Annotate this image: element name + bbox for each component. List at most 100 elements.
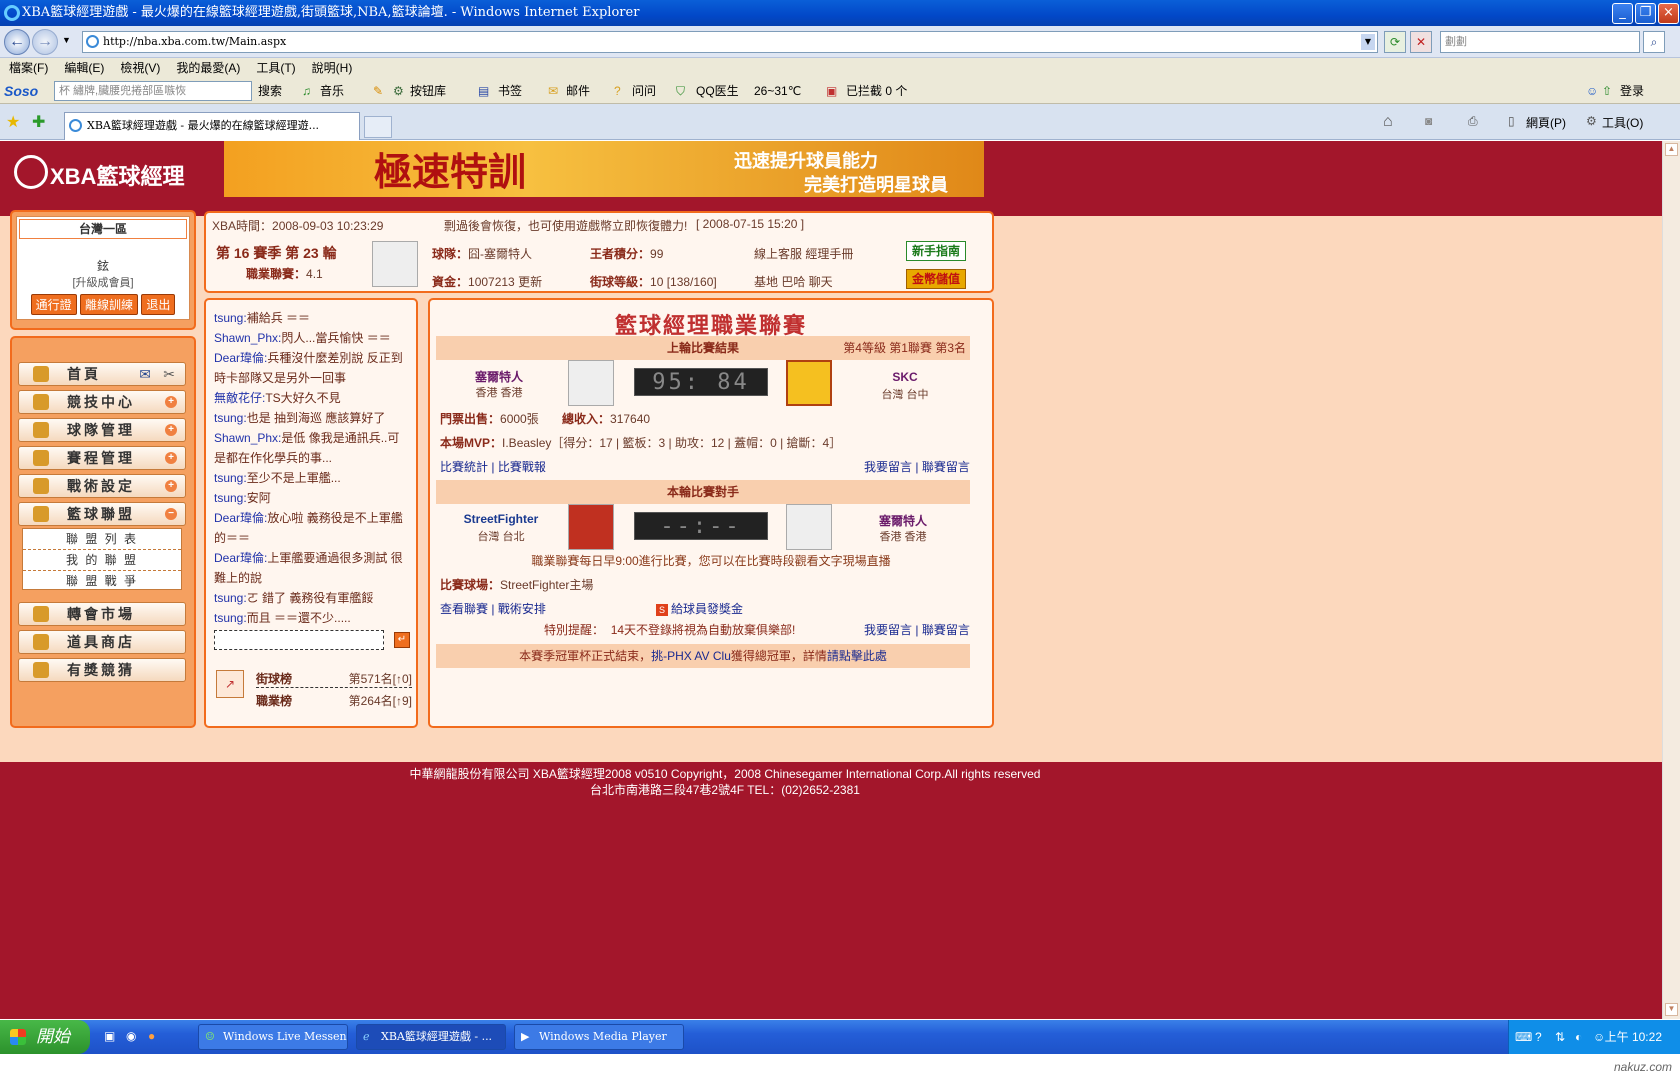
tools-menu[interactable]: 工具(O)	[1602, 114, 1643, 131]
address-input[interactable]: http://nba.xba.com.tw/Main.aspx ▼	[82, 31, 1378, 53]
task-ie[interactable]: ℯ XBA籃球經理遊戲 - ...	[356, 1024, 506, 1050]
address-dropdown-icon[interactable]: ▼	[1361, 34, 1375, 50]
nav-home[interactable]: 首頁 ✉ ✂	[18, 362, 186, 386]
bookmark-button[interactable]: 书签	[498, 78, 522, 104]
scroll-up-icon[interactable]: ▲	[1665, 143, 1678, 156]
media-icon[interactable]: ◉	[126, 1029, 136, 1043]
network-icon[interactable]: ⇅	[1555, 1020, 1565, 1054]
clock[interactable]: 上午 10:22	[1605, 1030, 1662, 1044]
chat-user[interactable]: tsung:	[214, 491, 247, 505]
history-dropdown-icon[interactable]: ▼	[62, 35, 71, 45]
offline-training-button[interactable]: 離線訓練	[79, 294, 138, 315]
bonus-link[interactable]: S 給球員發獎金	[656, 600, 743, 617]
tactics-link[interactable]: 戰術安排	[498, 602, 546, 616]
menu-edit[interactable]: 編輯(E)	[64, 61, 104, 75]
chat-user[interactable]: 無敵花仔:	[214, 391, 265, 405]
home-icon[interactable]: ⌂	[1383, 113, 1393, 131]
upgrade-link[interactable]: [升級成會員]	[17, 274, 189, 290]
mail-nav-icon[interactable]: ✉	[139, 363, 151, 385]
search-input[interactable]: 劃劃	[1440, 31, 1640, 53]
view-league-link[interactable]: 查看聯賽	[440, 602, 488, 616]
task-messenger[interactable]: ☺ Windows Live Messen...	[198, 1024, 348, 1050]
team-value[interactable]: 囧-塞爾特人	[468, 247, 532, 261]
chat-user[interactable]: tsung:	[214, 611, 247, 625]
stop-icon[interactable]: ✕	[1410, 31, 1432, 53]
ask-button[interactable]: 问问	[632, 78, 656, 104]
leave-message-link[interactable]: 我要留言	[864, 460, 912, 474]
chat-user[interactable]: tsung:	[214, 311, 247, 325]
search-icon[interactable]: ⌕	[1643, 31, 1665, 53]
away-team-name[interactable]: SKC	[860, 370, 950, 384]
add-favorite-icon[interactable]: ✚	[32, 112, 45, 132]
print-icon[interactable]: ⎙	[1468, 114, 1478, 129]
minimize-button[interactable]: _	[1612, 3, 1633, 24]
mail-button[interactable]: 邮件	[566, 78, 590, 104]
button-library[interactable]: 按钮库	[410, 78, 446, 104]
champion-details-link[interactable]: 請點擊此處	[827, 649, 887, 663]
chat-user[interactable]: tsung:	[214, 411, 247, 425]
menu-file[interactable]: 檔案(F)	[9, 61, 48, 75]
nav-team[interactable]: 球隊管理 +	[18, 418, 186, 442]
chat-send-icon[interactable]: ↵	[394, 632, 410, 648]
nav-shop[interactable]: 道具商店	[18, 630, 186, 654]
volume-icon[interactable]: ◐	[1575, 1020, 1582, 1054]
soso-search-input[interactable]: 杯 繡牌,臟腰兜捲部區嗾恢	[54, 81, 252, 101]
weather-button[interactable]: 26~31℃	[754, 78, 801, 104]
nav-guess[interactable]: 有獎競猜	[18, 658, 186, 682]
close-button[interactable]: ×	[1658, 3, 1679, 24]
page-scrollbar[interactable]: ▲ ▼	[1662, 141, 1680, 1019]
qq-doctor-button[interactable]: QQ医生	[696, 78, 739, 104]
banner-ad[interactable]: 極速特訓 迅速提升球員能力 完美打造明星球員	[224, 141, 984, 197]
leave-message-link[interactable]: 我要留言	[864, 623, 912, 637]
tools-nav-icon[interactable]: ✂	[163, 363, 175, 385]
submenu-league-war[interactable]: 聯 盟 戰 爭	[23, 571, 181, 591]
start-button[interactable]: 開始	[0, 1020, 90, 1054]
nav-tactics[interactable]: 戰術設定 +	[18, 474, 186, 498]
submenu-league-list[interactable]: 聯 盟 列 表	[23, 529, 181, 550]
nav-arena[interactable]: 競技中心 +	[18, 390, 186, 414]
help-icon[interactable]: ?	[1535, 1020, 1542, 1054]
pro-rank-label[interactable]: 職業榜	[256, 694, 292, 708]
nav-league[interactable]: 籃球聯盟 −	[18, 502, 186, 526]
nav-schedule[interactable]: 賽程管理 +	[18, 446, 186, 470]
submenu-my-league[interactable]: 我 的 聯 盟	[23, 550, 181, 571]
chat-user[interactable]: Dear瑋倫:	[214, 551, 267, 565]
scroll-down-icon[interactable]: ▼	[1665, 1003, 1678, 1016]
home-team-name[interactable]: 塞爾特人	[454, 368, 544, 385]
messenger-tray-icon[interactable]: ☺	[1593, 1020, 1605, 1054]
chat-user[interactable]: Dear瑋倫:	[214, 511, 267, 525]
back-button[interactable]: ←	[4, 29, 30, 55]
nav-transfer[interactable]: 轉會市場	[18, 602, 186, 626]
menu-view[interactable]: 檢視(V)	[120, 61, 160, 75]
chat-user[interactable]: Shawn_Phx:	[214, 331, 281, 345]
refresh-icon[interactable]: ⟳	[1384, 31, 1406, 53]
feeds-icon[interactable]: ◙	[1425, 114, 1432, 128]
match-report-link[interactable]: 比賽戰報	[498, 460, 546, 474]
task-media-player[interactable]: ▶ Windows Media Player	[514, 1024, 684, 1050]
match-stats-link[interactable]: 比賽統計	[440, 460, 488, 474]
menu-help[interactable]: 說明(H)	[312, 61, 353, 75]
tab-xba[interactable]: XBA籃球經理遊戲 - 最火爆的在線籃球經理遊...	[64, 112, 360, 140]
desktop-icon[interactable]: ▣	[104, 1029, 115, 1043]
my-team-name[interactable]: 塞爾特人	[856, 512, 950, 529]
site-logo[interactable]: XBA籃球經理	[14, 155, 194, 189]
passport-button[interactable]: 通行證	[30, 294, 77, 315]
service-links[interactable]: 線上客服 經理手冊	[754, 245, 853, 262]
chat-user[interactable]: tsung:	[214, 591, 247, 605]
favorites-star-icon[interactable]: ★	[6, 112, 20, 132]
forward-button[interactable]: →	[32, 29, 58, 55]
champion-team-link[interactable]: 挑-PHX AV Clu	[651, 649, 731, 663]
chat-user[interactable]: tsung:	[214, 471, 247, 485]
menu-favorites[interactable]: 我的最愛(A)	[176, 61, 240, 75]
chat-input[interactable]	[214, 630, 384, 650]
league-message-link[interactable]: 聯賽留言	[922, 623, 970, 637]
soso-search-button[interactable]: 搜索	[258, 78, 282, 104]
music-button[interactable]: 音乐	[320, 78, 344, 104]
login-button[interactable]: 登录	[1620, 78, 1644, 104]
menu-tools[interactable]: 工具(T)	[256, 61, 295, 75]
base-links[interactable]: 基地 巴哈 聊天	[754, 273, 833, 290]
chat-user[interactable]: Shawn_Phx:	[214, 431, 281, 445]
gold-recharge-button[interactable]: 金幣儲值	[906, 269, 966, 289]
restore-button[interactable]: ❐	[1635, 3, 1656, 24]
logout-button[interactable]: 退出	[141, 294, 176, 315]
